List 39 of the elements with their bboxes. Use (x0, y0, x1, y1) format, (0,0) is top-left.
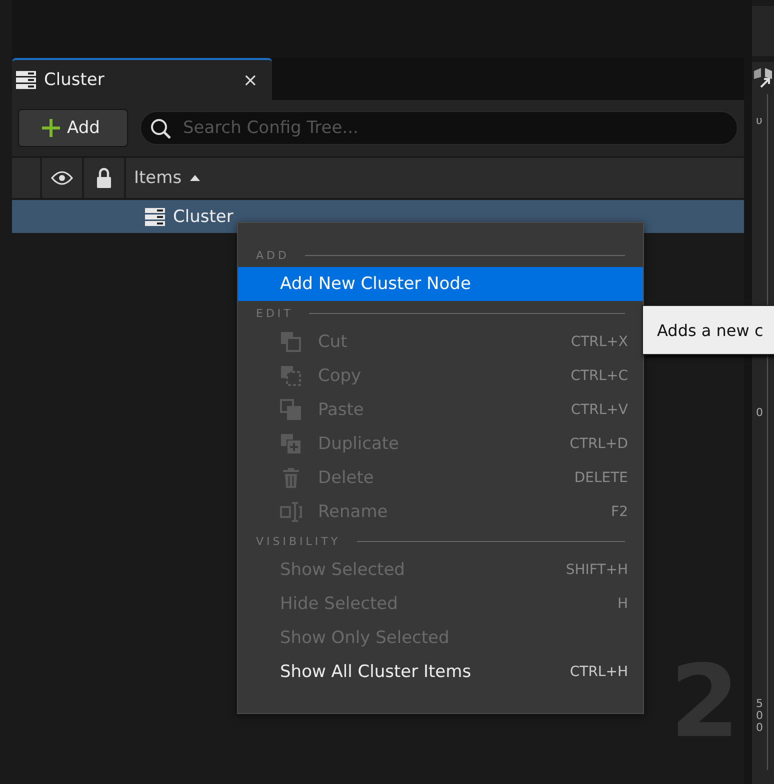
tree-item-label: Cluster (173, 206, 234, 226)
tooltip: Adds a new c (642, 305, 774, 355)
shortcut-label: CTRL+V (570, 402, 628, 418)
shortcut-label: DELETE (574, 470, 628, 486)
search-field[interactable]: Search Config Tree... (140, 111, 738, 145)
shortcut-label: CTRL+C (570, 368, 628, 384)
ruler-label: 0 (756, 710, 764, 722)
menu-item[interactable]: Show All Cluster Items CTRL+H (238, 655, 643, 689)
add-button[interactable]: Add (18, 109, 128, 147)
column-header[interactable]: Items (134, 168, 182, 188)
eye-icon[interactable] (51, 171, 73, 185)
server-stack-icon (16, 71, 36, 89)
shortcut-label: SHIFT+H (566, 562, 628, 578)
ruler-label: 0 (756, 406, 764, 419)
shortcut-label: F2 (611, 504, 628, 520)
ruler-label: 5 (756, 698, 764, 710)
transform-gizmo-icon[interactable] (752, 67, 774, 89)
shortcut-label: CTRL+H (570, 664, 628, 680)
section-header: VISIBILITY (256, 534, 341, 548)
plus-icon (41, 118, 61, 138)
copy-icon (280, 365, 302, 387)
ruler-label: 0 (756, 722, 764, 734)
close-button[interactable]: × (242, 70, 258, 90)
menu-item[interactable]: Add New Cluster Node (238, 267, 643, 301)
shortcut-label: H (617, 596, 628, 612)
shortcut-label: CTRL+X (570, 334, 628, 350)
section-header: EDIT (256, 306, 294, 320)
paste-icon (280, 399, 302, 421)
rename-icon (280, 501, 302, 523)
duplicate-icon (280, 433, 302, 455)
trash-icon (280, 467, 302, 489)
cut-icon (280, 331, 302, 353)
shortcut-label: CTRL+D (570, 436, 628, 452)
server-stack-icon (145, 208, 165, 226)
ruler-label: υ (756, 114, 764, 127)
lock-icon[interactable] (96, 168, 112, 188)
panel-tab[interactable]: Cluster × (12, 58, 272, 100)
sort-ascending-icon[interactable] (190, 175, 200, 181)
section-header: ADD (256, 248, 290, 262)
